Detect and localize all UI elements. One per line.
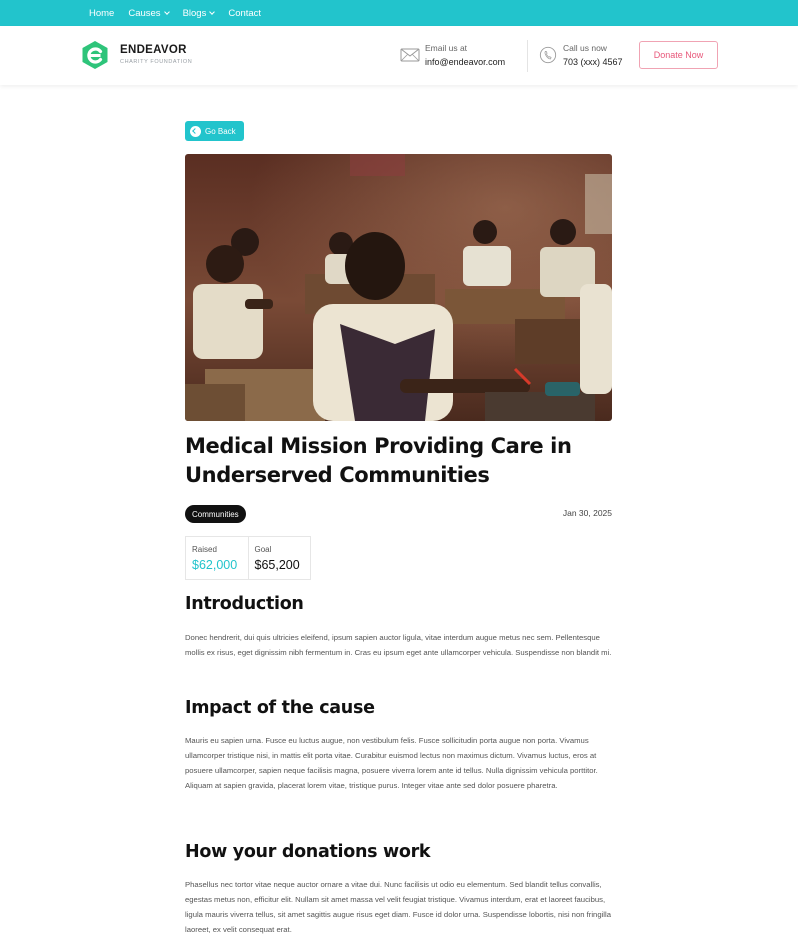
brand-name: ENDEAVOR [120, 44, 187, 56]
nav-item-label: Home [89, 7, 115, 19]
section-heading-impact: Impact of the cause [185, 698, 375, 718]
raised-stat: Raised $62,000 [186, 537, 249, 579]
section-heading-donations: How your donations work [185, 842, 431, 862]
phone-value[interactable]: 703 (xxx) 4567 [563, 57, 623, 67]
section-body-donations: Phasellus nec tortor vitae neque auctor … [185, 880, 612, 934]
nav-item-label: Blogs [182, 7, 207, 19]
section-body-introduction: Donec hendrerit, dui quis ultricies elei… [185, 633, 612, 657]
arrow-left-icon [190, 125, 201, 137]
email-value[interactable]: info@endeavor.com [425, 57, 505, 67]
section-heading-introduction: Introduction [185, 594, 304, 614]
goal-value: $65,200 [254, 558, 300, 572]
nav-item-home[interactable]: Home [89, 8, 114, 19]
brand-tagline: CHARITY FOUNDATION [120, 59, 193, 65]
category-tag[interactable]: Communities [185, 505, 246, 523]
email-label: Email us at [425, 43, 468, 53]
goal-label: Goal [254, 545, 272, 554]
section-body-impact: Mauris eu sapien urna. Fusce eu luctus a… [185, 736, 598, 790]
envelope-icon [400, 48, 420, 62]
go-back-label: Go Back [205, 126, 236, 136]
chevron-down-icon [163, 8, 170, 15]
header-divider [527, 40, 528, 72]
nav-item-contact[interactable]: Contact [228, 8, 261, 19]
phone-label: Call us now [563, 43, 607, 53]
phone-icon [539, 46, 557, 64]
chevron-down-icon [209, 8, 216, 15]
donate-now-button[interactable]: Donate Now [639, 41, 718, 69]
raised-label: Raised [192, 545, 217, 554]
fundraising-stats: Raised $62,000 Goal $65,200 [185, 536, 311, 580]
logo-mark[interactable] [80, 40, 110, 70]
nav-item-label: Contact [228, 7, 262, 19]
cause-hero-image [185, 154, 612, 421]
post-date: Jan 30, 2025 [562, 508, 612, 518]
site-header: ENDEAVOR CHARITY FOUNDATION Email us at … [0, 26, 798, 85]
nav-item-causes[interactable]: Causes [128, 7, 170, 19]
raised-value: $62,000 [192, 558, 238, 572]
nav-item-label: Causes [128, 7, 161, 19]
main-nav: Home Causes Blogs Contact [89, 0, 275, 26]
go-back-button[interactable]: Go Back [185, 121, 244, 141]
goal-stat: Goal $65,200 [249, 537, 311, 579]
nav-item-blogs[interactable]: Blogs [182, 7, 216, 19]
top-nav-bar: Home Causes Blogs Contact [0, 0, 798, 26]
cause-title: Medical Mission Providing Care in Unders… [185, 434, 572, 487]
